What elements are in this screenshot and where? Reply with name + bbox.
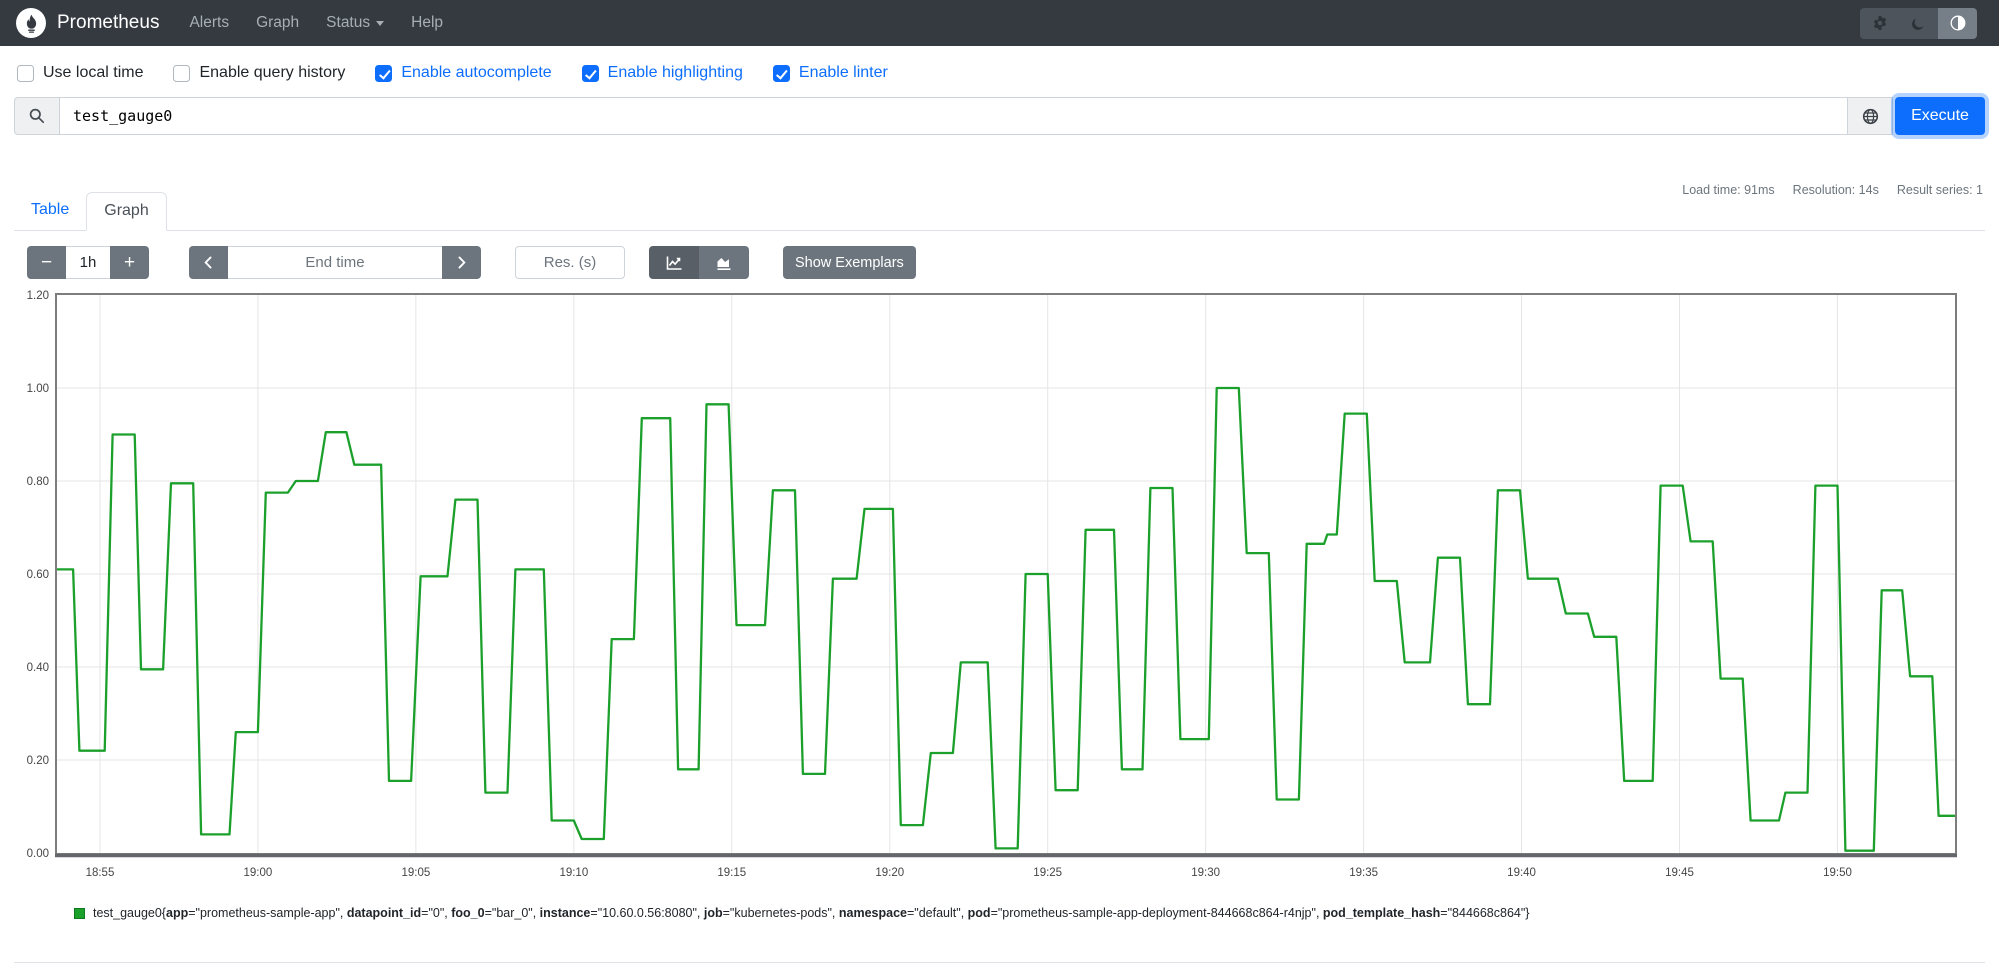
graph-canvas[interactable]: 0.00 0.20 0.40 0.60 0.80 1.00 1.20 18:55 19:00 19… — [14, 283, 1985, 898]
option-enable-highlighting[interactable]: Enable highlighting — [581, 64, 743, 82]
query-bar: Execute — [14, 97, 1985, 135]
range-input[interactable] — [66, 246, 110, 279]
caret-down-icon — [376, 20, 385, 26]
option-label: Enable autocomplete — [401, 64, 552, 81]
stacked-chart-button[interactable] — [699, 246, 749, 279]
option-label: Enable linter — [798, 64, 888, 81]
checkbox-checked-icon[interactable] — [581, 64, 599, 82]
globe-icon — [1862, 108, 1878, 124]
time-forward-button[interactable] — [442, 246, 481, 279]
svg-text:19:40: 19:40 — [1507, 867, 1536, 879]
moon-icon — [1912, 17, 1924, 30]
auto-theme-button[interactable] — [1938, 7, 1977, 39]
flame-icon — [26, 14, 36, 33]
tab-graph[interactable]: Graph — [86, 192, 167, 231]
prometheus-logo[interactable] — [16, 8, 46, 38]
svg-text:0.80: 0.80 — [27, 476, 49, 488]
metrics-explorer-button[interactable] — [1847, 97, 1893, 135]
range-decrease-button[interactable]: − — [27, 246, 66, 279]
series-label-text: test_gauge0{app="prometheus-sample-app",… — [93, 906, 1530, 920]
show-exemplars-button[interactable]: Show Exemplars — [783, 246, 916, 279]
gear-icon — [1873, 16, 1886, 30]
option-label: Use local time — [43, 64, 144, 81]
circle-half-icon — [1950, 15, 1965, 31]
nav-link-help[interactable]: Help — [411, 14, 443, 32]
bottom-divider — [14, 962, 1985, 963]
nav-link-graph[interactable]: Graph — [256, 14, 299, 32]
svg-text:19:20: 19:20 — [875, 867, 904, 879]
svg-text:19:30: 19:30 — [1191, 867, 1220, 879]
svg-text:19:10: 19:10 — [559, 867, 588, 879]
svg-text:19:05: 19:05 — [401, 867, 430, 879]
theme-toggle-group — [1860, 7, 1977, 39]
checkbox-checked-icon[interactable] — [772, 64, 790, 82]
svg-text:1.00: 1.00 — [27, 383, 49, 395]
svg-text:0.20: 0.20 — [27, 755, 49, 767]
option-enable-autocomplete[interactable]: Enable autocomplete — [375, 64, 552, 82]
nav-link-status[interactable]: Status — [326, 14, 385, 32]
chevron-left-icon — [204, 256, 212, 269]
svg-text:19:15: 19:15 — [717, 867, 746, 879]
line-chart-button[interactable] — [649, 246, 699, 279]
time-back-button[interactable] — [189, 246, 228, 279]
svg-text:19:00: 19:00 — [244, 867, 273, 879]
svg-text:1.20: 1.20 — [27, 290, 49, 302]
dark-theme-button[interactable] — [1899, 7, 1938, 39]
svg-text:19:50: 19:50 — [1823, 867, 1852, 879]
nav-link-alerts[interactable]: Alerts — [189, 14, 229, 32]
checkbox-icon[interactable] — [17, 64, 34, 82]
query-options-row: Use local time Enable query history Enable… — [17, 57, 888, 89]
svg-text:0.00: 0.00 — [27, 848, 49, 860]
svg-text:19:25: 19:25 — [1033, 867, 1062, 879]
checkbox-checked-icon[interactable] — [375, 64, 393, 82]
panel-tabs: Table Graph — [14, 192, 1985, 231]
line-chart-icon — [666, 256, 681, 270]
series-swatch — [74, 907, 85, 919]
svg-text:18:55: 18:55 — [86, 867, 115, 879]
svg-text:0.60: 0.60 — [27, 569, 49, 581]
graph-toolbar: − + Sho — [27, 246, 916, 279]
query-input[interactable] — [59, 97, 1847, 135]
option-use-local-time[interactable]: Use local time — [17, 64, 143, 82]
option-enable-linter[interactable]: Enable linter — [772, 64, 888, 82]
svg-text:19:35: 19:35 — [1349, 867, 1378, 879]
search-addon — [14, 97, 59, 135]
chevron-right-icon — [458, 256, 466, 269]
execute-button[interactable]: Execute — [1895, 97, 1985, 135]
resolution-input[interactable] — [515, 246, 625, 279]
area-chart-icon — [717, 257, 731, 270]
option-label: Enable query history — [199, 64, 346, 81]
search-icon — [29, 108, 45, 124]
option-label: Enable highlighting — [607, 64, 743, 81]
navbar: Prometheus Alerts Graph Status Help — [0, 0, 1999, 46]
chart-type-group — [649, 246, 749, 279]
end-time-input[interactable] — [228, 246, 442, 279]
tab-table[interactable]: Table — [14, 192, 86, 230]
range-increase-button[interactable]: + — [110, 246, 149, 279]
checkbox-icon[interactable] — [173, 64, 191, 82]
settings-button[interactable] — [1860, 7, 1899, 39]
svg-text:19:45: 19:45 — [1665, 867, 1694, 879]
brand-title[interactable]: Prometheus — [57, 12, 159, 34]
nav-links: Alerts Graph Status Help — [189, 14, 443, 32]
series-legend-item[interactable]: test_gauge0{app="prometheus-sample-app",… — [74, 906, 1529, 920]
svg-text:0.40: 0.40 — [27, 662, 49, 674]
endtime-group — [189, 246, 481, 279]
option-enable-query-history[interactable]: Enable query history — [173, 64, 345, 82]
range-group: − + — [27, 246, 149, 279]
